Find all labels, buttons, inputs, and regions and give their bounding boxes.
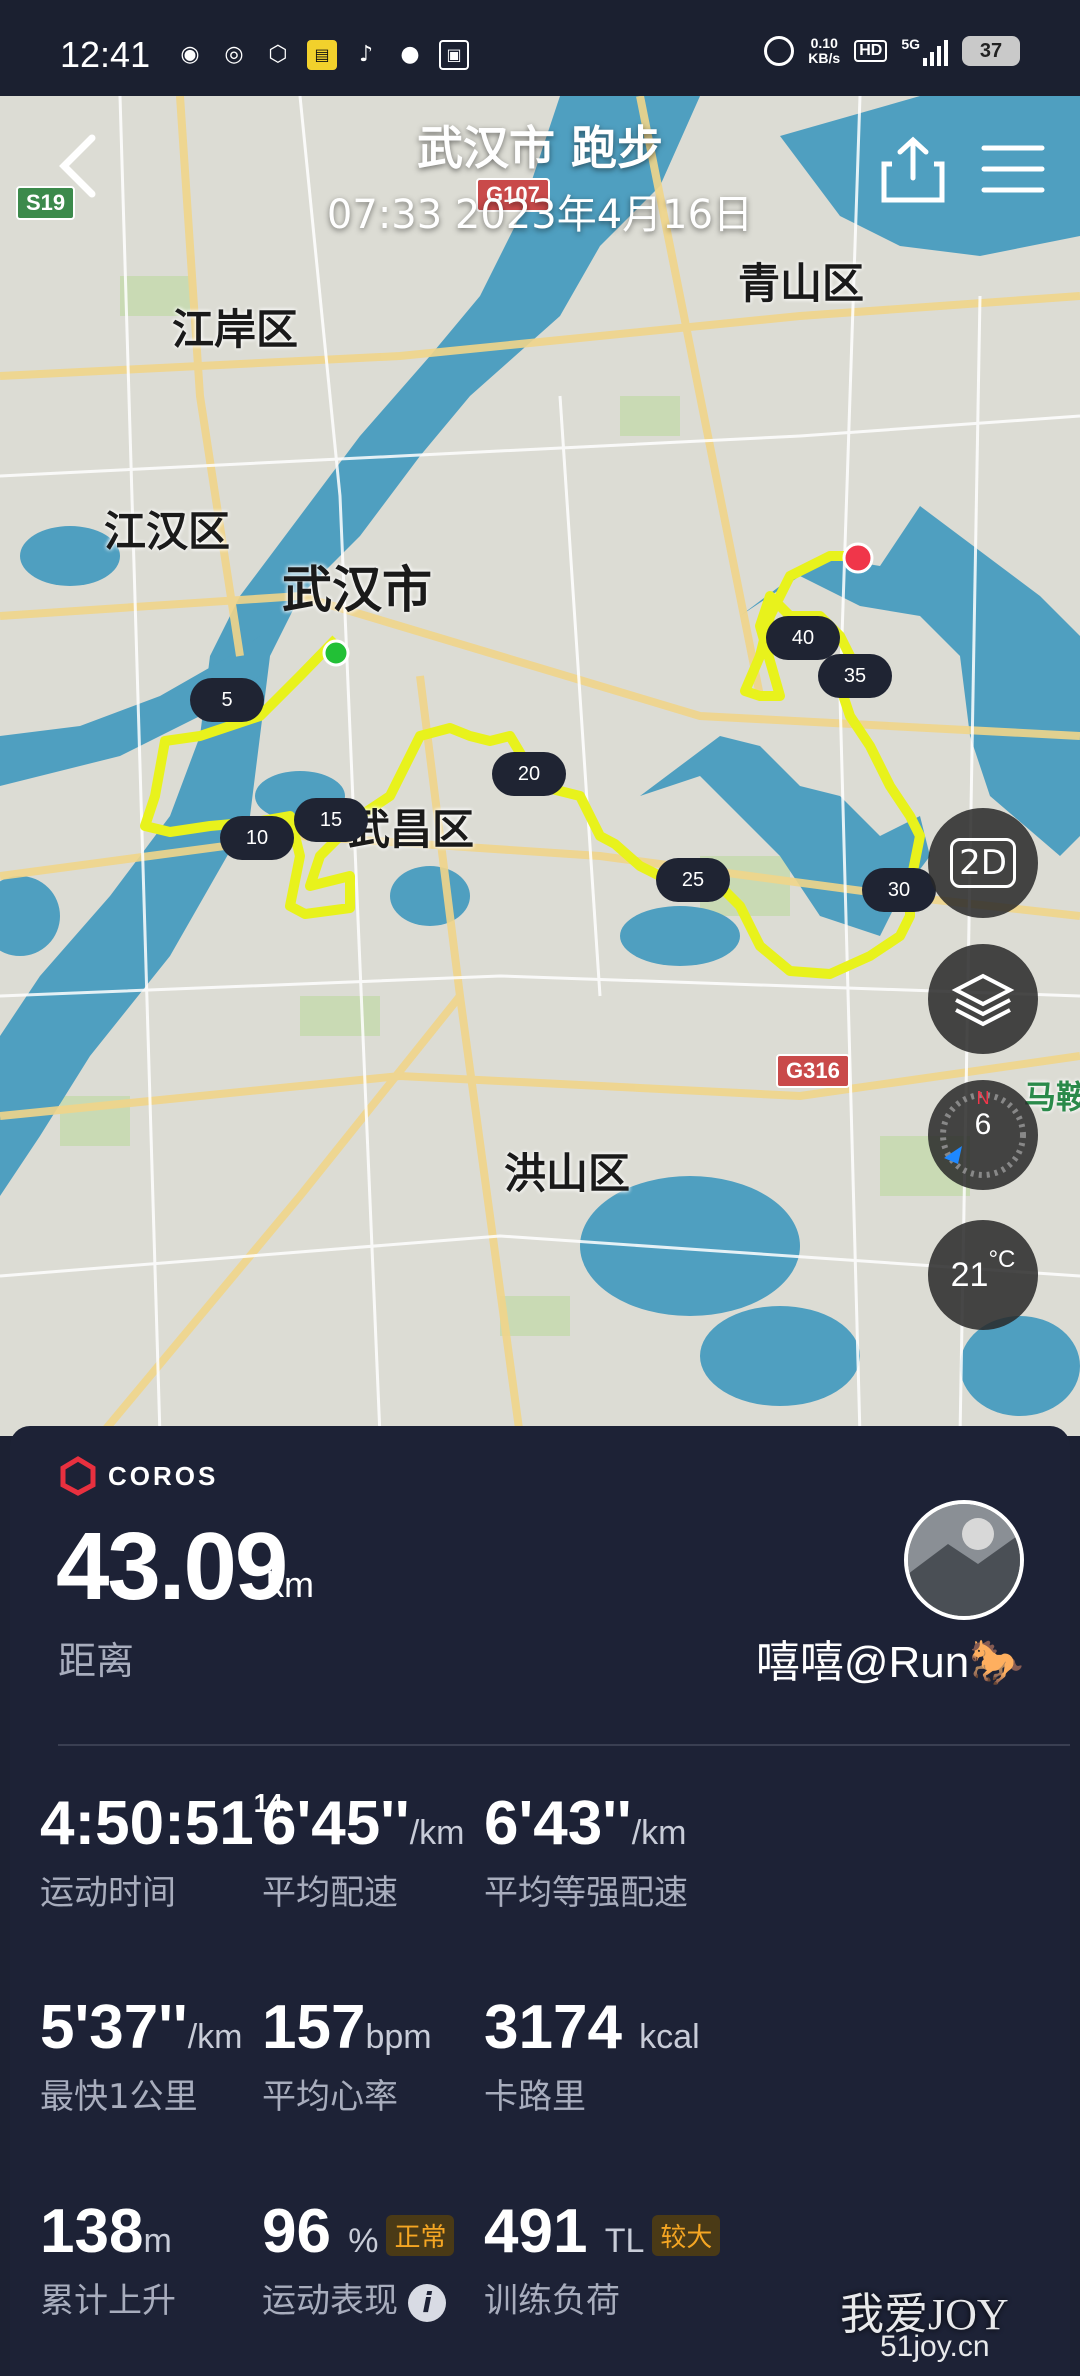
avatar-image xyxy=(908,1504,1020,1616)
share-button[interactable] xyxy=(878,134,948,204)
battery-icon: 37 xyxy=(962,36,1020,66)
news-app-icon: ▤ xyxy=(307,40,337,70)
avg-grade-pace-value: 6'43'' xyxy=(484,1789,632,1858)
taobao-icon: ▣ xyxy=(439,40,469,70)
tiktok-icon: ♪ xyxy=(358,42,374,67)
activity-summary-panel: COROS 43.09 km 距离 嘻嘻@Run🐎 4:50:5114 运动时间… xyxy=(10,1426,1070,2376)
network-type: 5G xyxy=(901,36,920,52)
menu-button[interactable] xyxy=(980,142,1046,196)
km-marker[interactable]: 15 xyxy=(294,798,368,842)
performance-unit: % xyxy=(348,2222,379,2260)
start-point xyxy=(322,639,350,667)
avg-hr-value: 157 xyxy=(262,1993,366,2062)
info-icon[interactable]: i xyxy=(408,2283,446,2322)
brand-name: COROS xyxy=(108,1460,219,1491)
route-map[interactable]: 江岸区 江汉区 武汉市 青山区 武昌区 洪山区 马鞍 S19 G107 G316… xyxy=(0,96,1080,1436)
performance-label: 运动表现 xyxy=(262,2281,398,2321)
performance-status-badge: 正常 xyxy=(386,2215,455,2257)
distance-value: 43.09 xyxy=(56,1513,288,1620)
avg-hr-unit: bpm xyxy=(365,2018,432,2056)
temperature-value: 21 xyxy=(950,1256,989,1294)
km-marker[interactable]: 40 xyxy=(766,616,840,660)
username: 嘻嘻@Run🐎 xyxy=(755,1638,1024,1687)
fastest-km-value: 5'37'' xyxy=(40,1993,188,2062)
signal-icon: 5G xyxy=(901,36,948,66)
map-label-hongshan: 洪山区 xyxy=(504,1149,631,1198)
map-label-wuhan: 武汉市 xyxy=(282,561,432,619)
training-load-label: 训练负荷 xyxy=(484,2281,620,2321)
elevation-value: 138 xyxy=(40,2197,144,2266)
coros-logo-icon xyxy=(60,1456,96,1496)
end-point xyxy=(842,542,874,574)
elevation-unit: m xyxy=(143,2222,172,2260)
share-icon xyxy=(881,136,945,203)
qq-icon: ● xyxy=(400,42,420,67)
compass-button[interactable]: N 6 xyxy=(928,1080,1038,1190)
fastest-km-unit: /km xyxy=(187,2018,243,2056)
menu-icon xyxy=(981,145,1045,193)
avg-pace-unit: /km xyxy=(409,1814,465,1852)
avatar[interactable] xyxy=(904,1500,1024,1620)
net-speed-unit: KB/s xyxy=(808,50,841,66)
weather-button[interactable]: 21°C xyxy=(928,1220,1038,1330)
network-speed: 0.10 KB/s xyxy=(808,36,840,66)
notification-icons: ◉ ◎ ⬡ ▤ ♪ ● ▣ xyxy=(175,40,469,70)
weibo-icon: ◉ xyxy=(180,42,200,67)
map-label-qingshan: 青山区 xyxy=(738,259,865,308)
metric-calories: 3174 kcal 卡路里 xyxy=(484,1992,814,2118)
duration-value: 4:50:51 xyxy=(40,1789,254,1858)
metric-avg-grade-pace: 6'43''/km 平均等强配速 xyxy=(484,1788,814,1914)
km-marker[interactable]: 25 xyxy=(656,858,730,902)
calories-value: 3174 xyxy=(484,1993,622,2062)
temperature-unit: °C xyxy=(988,1246,1016,1273)
avg-grade-pace-unit: /km xyxy=(631,1814,687,1852)
status-bar: 12:41 ◉ ◎ ⬡ ▤ ♪ ● ▣ 0.10 KB/s HD 5G 37 xyxy=(0,0,1080,96)
system-icons: 0.10 KB/s HD 5G 37 xyxy=(764,36,1020,66)
map-label-jiangan: 江岸区 xyxy=(172,305,299,354)
calories-unit: kcal xyxy=(639,2018,700,2056)
net-speed-value: 0.10 xyxy=(810,35,838,51)
distance-label: 距离 xyxy=(58,1639,135,1683)
km-marker[interactable]: 35 xyxy=(818,654,892,698)
compass-north: N xyxy=(976,1088,990,1108)
wechat-icon: ◎ xyxy=(224,42,244,67)
avg-pace-value: 6'45'' xyxy=(262,1789,410,1858)
km-marker[interactable]: 30 xyxy=(862,868,936,912)
layers-icon xyxy=(951,973,1015,1027)
watermark-url: 51joy.cn xyxy=(880,2330,990,2363)
view-mode-label: 2D xyxy=(950,838,1016,888)
alarm-icon xyxy=(764,36,795,66)
training-load-badge: 较大 xyxy=(652,2215,721,2257)
road-shield-g316: G316 xyxy=(776,1054,850,1088)
km-marker[interactable]: 10 xyxy=(220,816,294,860)
training-load-unit: TL xyxy=(604,2222,645,2260)
performance-value: 96 xyxy=(262,2197,331,2266)
km-marker[interactable]: 20 xyxy=(492,752,566,796)
hexagon-app-icon: ⬡ xyxy=(268,42,288,67)
brand: COROS xyxy=(58,1456,218,1496)
status-time: 12:41 xyxy=(60,34,151,75)
metric-training-load: 491 TL 较大 训练负荷 xyxy=(484,2196,814,2322)
hd-icon: HD xyxy=(854,40,888,62)
map-label-jianghan: 江汉区 xyxy=(104,507,231,556)
avg-grade-pace-label: 平均等强配速 xyxy=(484,1873,688,1913)
map-layers-button[interactable] xyxy=(928,944,1038,1054)
calories-label: 卡路里 xyxy=(484,2077,586,2117)
divider xyxy=(58,1744,1070,1746)
view-mode-button[interactable]: 2D xyxy=(928,808,1038,918)
km-marker[interactable]: 5 xyxy=(190,678,264,722)
training-load-value: 491 xyxy=(484,2197,588,2266)
distance-unit: km xyxy=(266,1564,314,1605)
compass-value: 6 xyxy=(974,1108,992,1141)
